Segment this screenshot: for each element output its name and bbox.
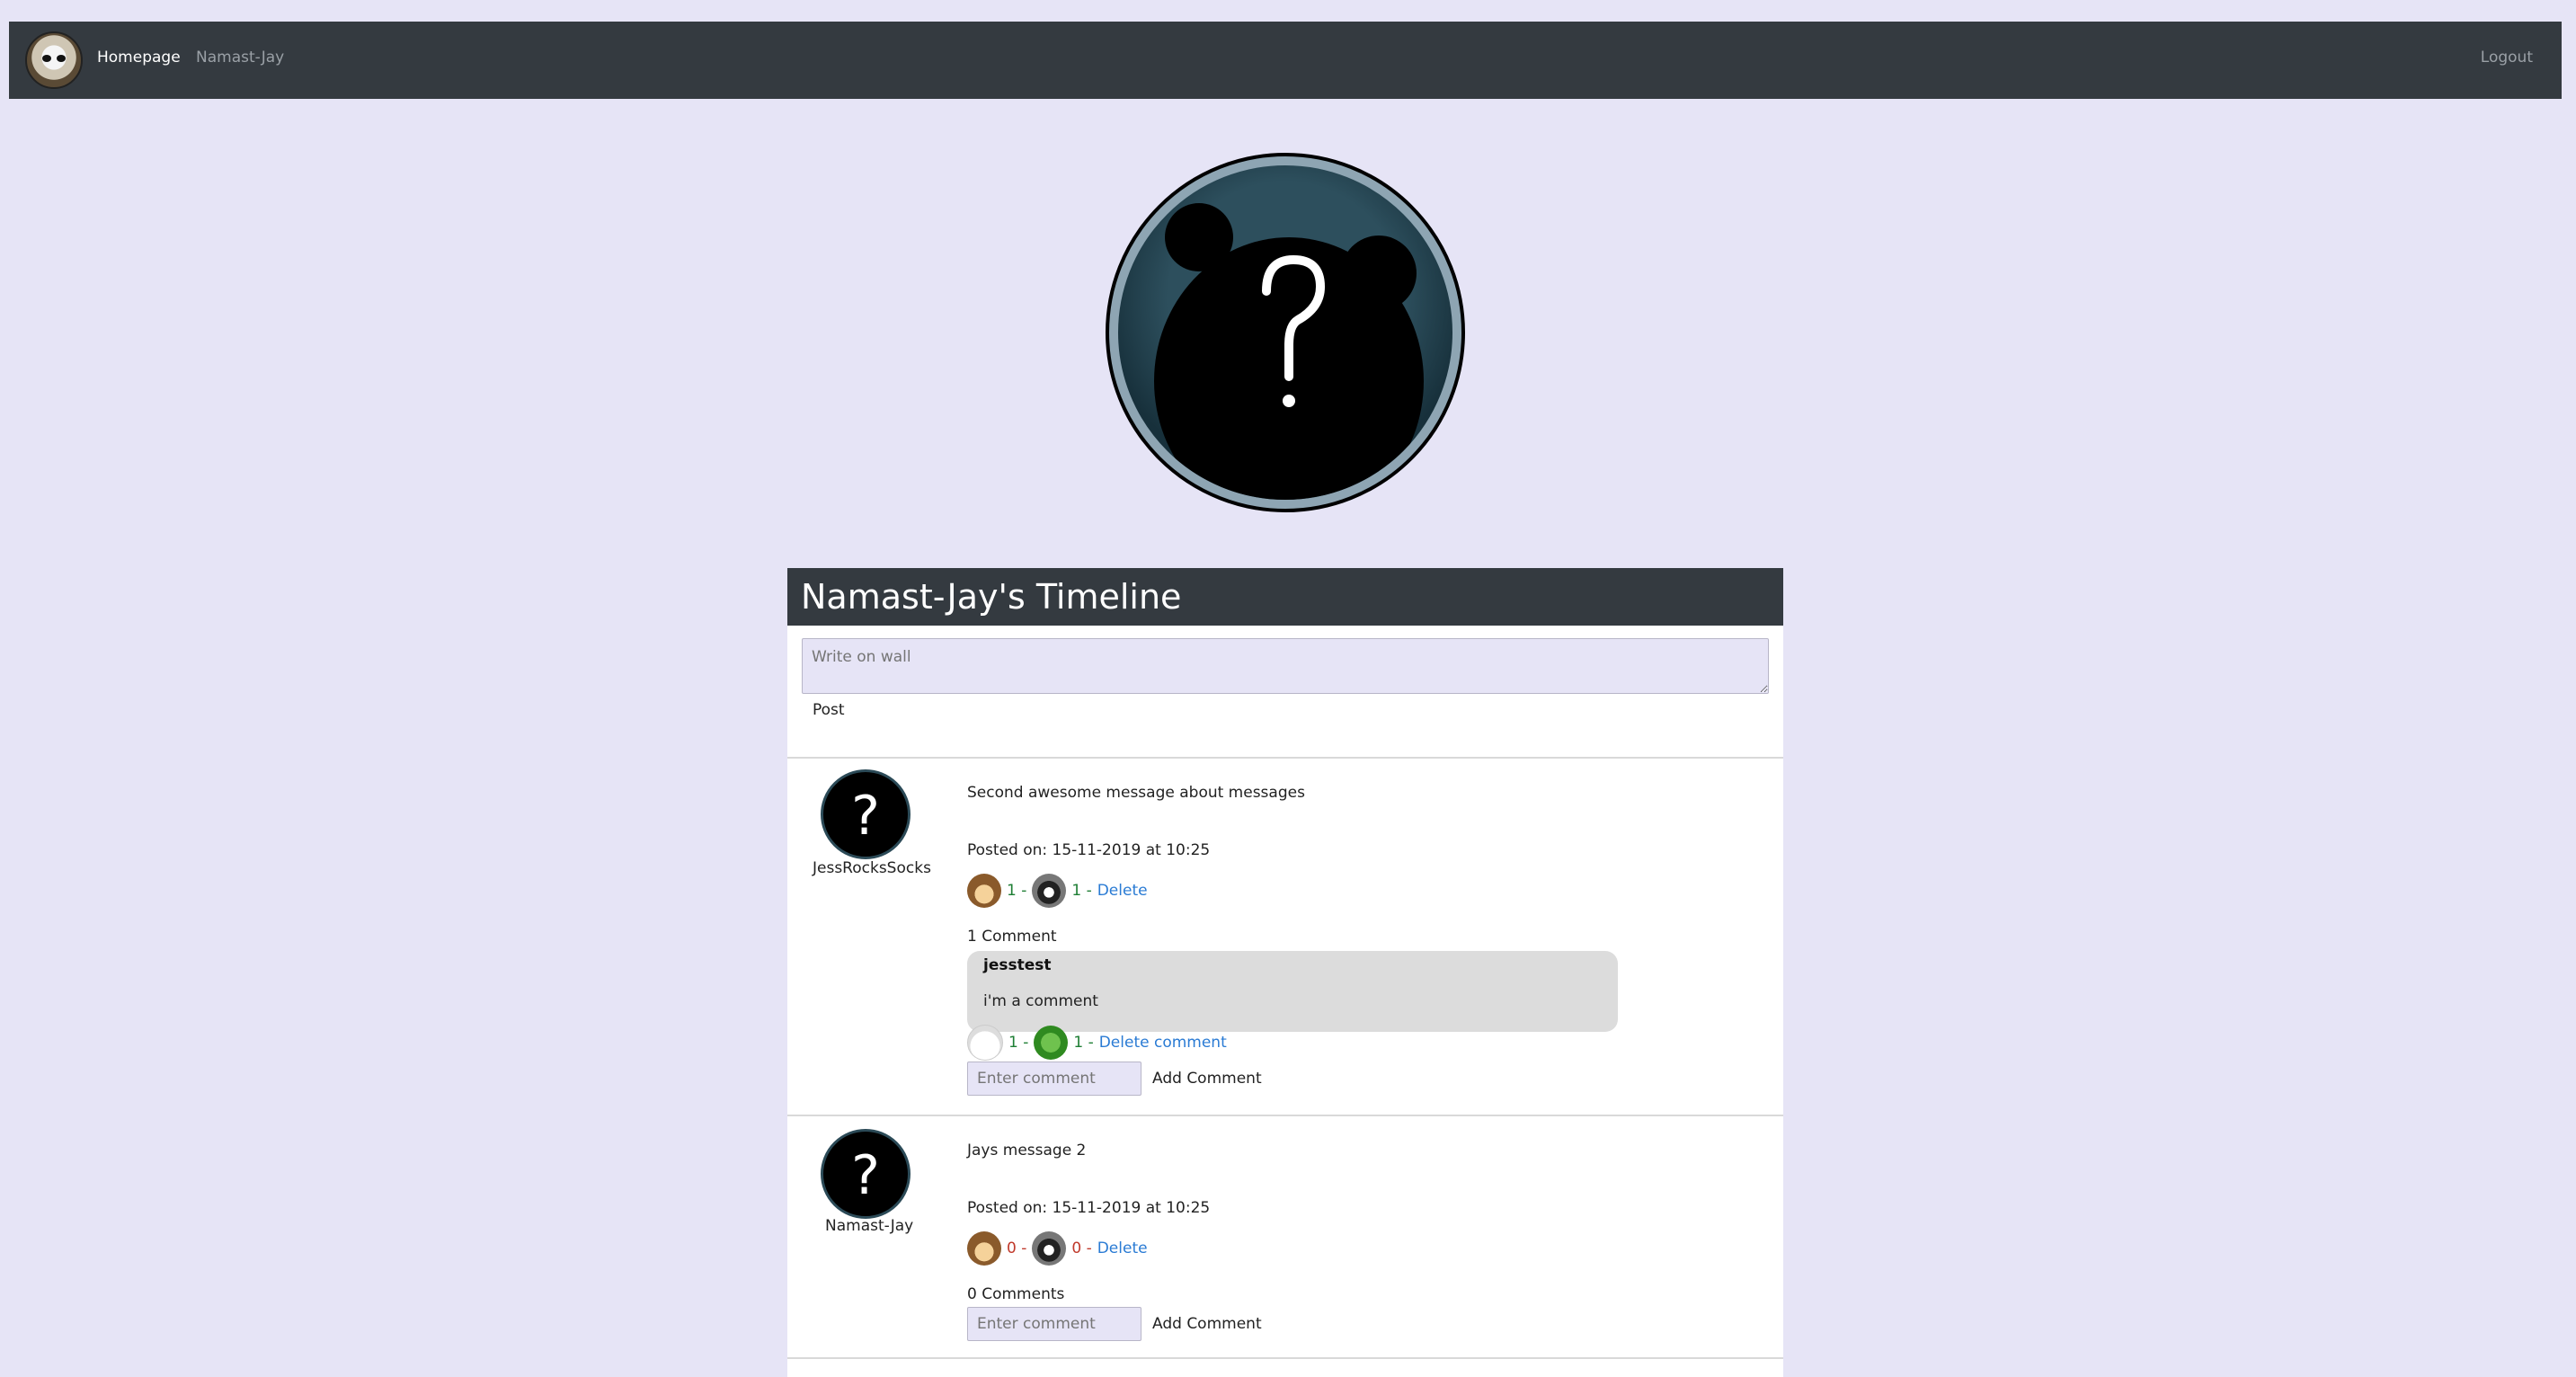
delete-post-link[interactable]: Delete [1097, 1239, 1148, 1257]
divider [787, 1357, 1783, 1359]
badger-icon[interactable] [1032, 1231, 1067, 1266]
wall-input[interactable] [802, 638, 1769, 694]
badger-count: 1 - [1071, 882, 1092, 900]
top-navbar: Homepage Namast-Jay Logout [9, 22, 2562, 99]
comment-count: 0 Comments [967, 1285, 1065, 1303]
snake-count: 1 - [1073, 1034, 1094, 1052]
post-message: Jays message 2 [967, 1142, 1087, 1159]
rabbit-icon[interactable] [967, 1025, 1003, 1061]
add-comment-button[interactable]: Add Comment [1152, 1315, 1262, 1333]
ferret-logo-icon[interactable] [25, 31, 83, 89]
delete-post-link[interactable]: Delete [1097, 882, 1148, 900]
hedgehog-count: 0 - [1007, 1239, 1027, 1257]
badger-icon[interactable] [1032, 874, 1067, 908]
post-message: Second awesome message about messages [967, 784, 1305, 802]
delete-comment-link[interactable]: Delete comment [1099, 1034, 1227, 1052]
post-reactions: 0 - 0 - Delete [967, 1231, 1148, 1266]
badger-count: 0 - [1071, 1239, 1092, 1257]
comment-author: jesstest [983, 956, 1052, 974]
comment-input[interactable] [967, 1307, 1141, 1341]
unknown-user-avatar-icon [1109, 156, 1461, 509]
divider [787, 1115, 1783, 1116]
nav-homepage-link[interactable]: Homepage [97, 49, 181, 67]
profile-avatar [1106, 153, 1465, 512]
rabbit-count: 1 - [1008, 1034, 1029, 1052]
user-avatar-icon[interactable]: ? [821, 769, 910, 859]
post-timestamp: Posted on: 15-11-2019 at 10:25 [967, 841, 1211, 859]
logout-link[interactable]: Logout [2481, 49, 2533, 67]
post-button[interactable]: Post [813, 701, 845, 719]
post-reactions: 1 - 1 - Delete [967, 874, 1148, 908]
hedgehog-icon[interactable] [967, 874, 1001, 908]
hedgehog-count: 1 - [1007, 882, 1027, 900]
nav-user-link[interactable]: Namast-Jay [196, 49, 284, 67]
comment-item: jesstest i'm a comment [967, 951, 1618, 1032]
divider [787, 757, 1783, 759]
post-author[interactable]: Namast-Jay [825, 1217, 913, 1235]
hedgehog-icon[interactable] [967, 1231, 1001, 1266]
add-comment-button[interactable]: Add Comment [1152, 1070, 1262, 1088]
user-avatar-icon[interactable]: ? [821, 1129, 910, 1219]
timeline-panel: Namast-Jay's Timeline Post ? JessRocksSo… [787, 568, 1783, 1377]
post-timestamp: Posted on: 15-11-2019 at 10:25 [967, 1199, 1211, 1217]
post-author[interactable]: JessRocksSocks [813, 859, 931, 877]
timeline-title: Namast-Jay's Timeline [787, 568, 1783, 626]
comment-count: 1 Comment [967, 928, 1057, 946]
snake-icon[interactable] [1034, 1026, 1069, 1060]
comment-reactions: 1 - 1 - Delete comment [967, 1025, 1227, 1061]
comment-input[interactable] [967, 1062, 1141, 1096]
comment-text: i'm a comment [983, 992, 1098, 1010]
